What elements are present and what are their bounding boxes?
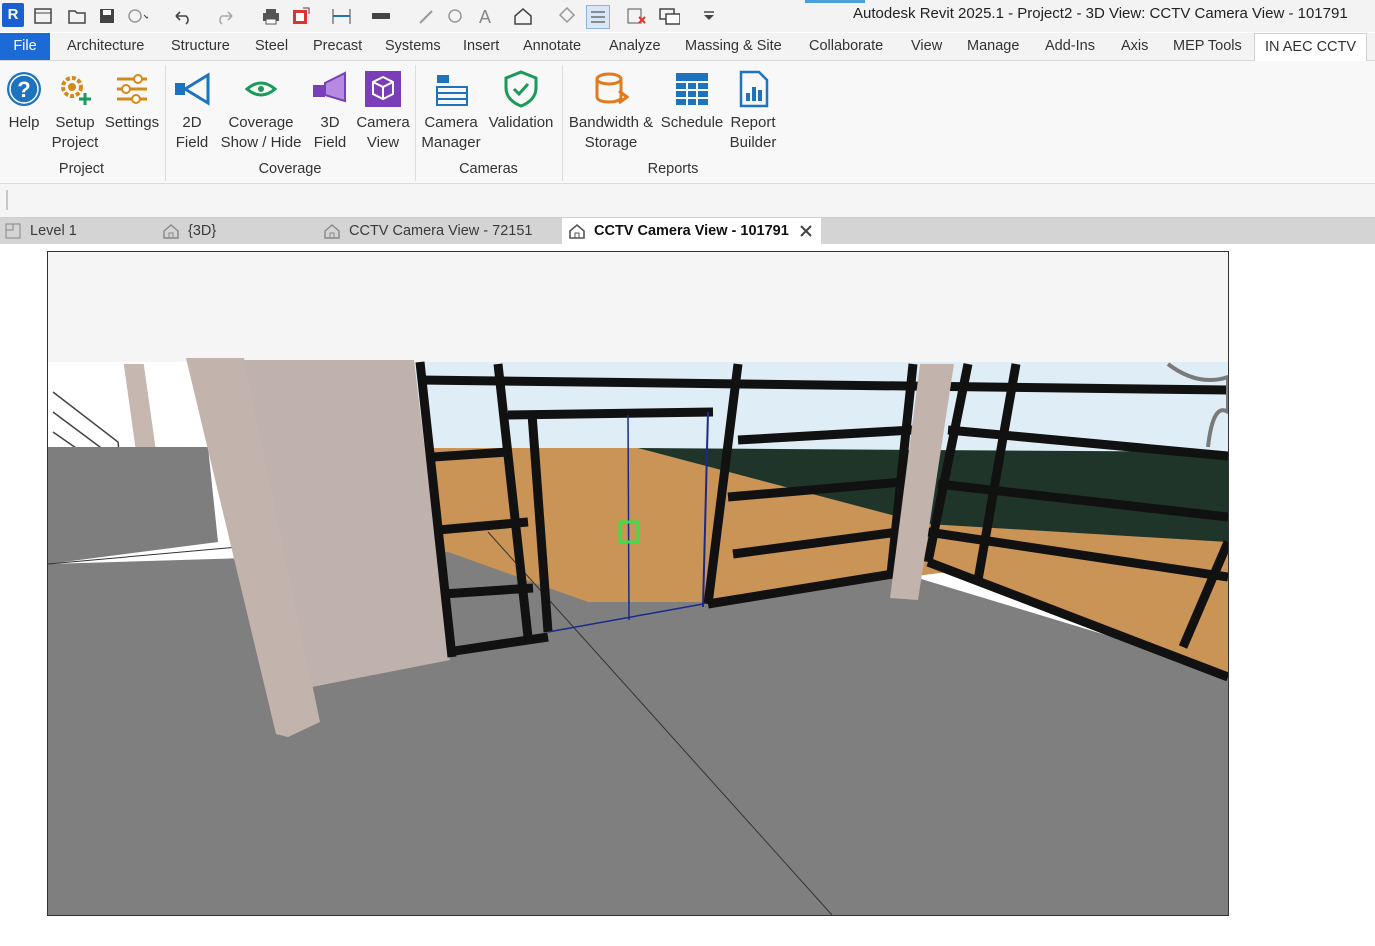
thin-lines-icon[interactable] bbox=[586, 5, 610, 29]
table-icon bbox=[676, 73, 708, 105]
panel-label-project: Project bbox=[58, 161, 105, 177]
section-icon[interactable] bbox=[556, 5, 578, 27]
setup-gear-icon bbox=[61, 76, 91, 105]
home-icon[interactable] bbox=[32, 5, 54, 27]
report-builder-button[interactable]: Report Builder bbox=[727, 69, 779, 153]
view-tab-level-1[interactable]: Level 1 bbox=[4, 218, 77, 244]
tab-mep-tools[interactable]: MEP Tools bbox=[1173, 33, 1242, 60]
bandwidth-storage-button[interactable]: Bandwidth & Storage bbox=[566, 69, 656, 153]
database-icon bbox=[595, 72, 630, 105]
panel-label-cameras: Cameras bbox=[459, 161, 518, 177]
settings-button[interactable]: Settings bbox=[103, 69, 161, 133]
tab-steel[interactable]: Steel bbox=[255, 33, 288, 60]
text-icon[interactable]: A bbox=[474, 5, 496, 27]
close-hidden-icon[interactable] bbox=[626, 5, 648, 27]
camera-view-button[interactable]: Camera View bbox=[355, 69, 411, 153]
3d-field-button[interactable]: 3D Field bbox=[310, 69, 350, 153]
measure-icon[interactable] bbox=[330, 5, 352, 27]
ribbon-panel: ? Help Setup Project Settings Project 2D… bbox=[0, 61, 1375, 184]
3d-viewport[interactable] bbox=[47, 251, 1229, 916]
tab-axis[interactable]: Axis bbox=[1121, 33, 1148, 60]
setup-project-button[interactable]: Setup Project bbox=[50, 69, 100, 153]
undo-icon[interactable] bbox=[172, 5, 194, 27]
tab-analyze[interactable]: Analyze bbox=[609, 33, 661, 60]
save-icon[interactable] bbox=[96, 5, 118, 27]
open-icon[interactable] bbox=[66, 5, 88, 27]
angle-icon[interactable] bbox=[444, 5, 466, 27]
2d-field-button[interactable]: 2D Field bbox=[172, 69, 212, 153]
tab-add-ins[interactable]: Add-Ins bbox=[1045, 33, 1095, 60]
panel-label-coverage: Coverage bbox=[258, 161, 322, 177]
redo-icon[interactable] bbox=[216, 5, 238, 27]
coverage-show-hide-button[interactable]: Coverage Show / Hide bbox=[217, 69, 305, 153]
schedule-button[interactable]: Schedule bbox=[659, 69, 725, 133]
tag-icon[interactable] bbox=[416, 5, 438, 27]
window-title: Autodesk Revit 2025.1 - Project2 - 3D Vi… bbox=[853, 5, 1348, 22]
export-icon[interactable] bbox=[290, 5, 312, 27]
svg-text:A: A bbox=[479, 7, 491, 26]
tab-file[interactable]: File bbox=[0, 33, 50, 60]
options-bar bbox=[0, 184, 1375, 218]
options-bar-grip bbox=[6, 190, 8, 210]
customize-icon[interactable] bbox=[698, 5, 720, 27]
ribbon-tab-bar: File Architecture Structure Steel Precas… bbox=[0, 33, 1375, 62]
sliders-icon bbox=[117, 74, 147, 104]
view-tab-3d[interactable]: {3D} bbox=[162, 218, 216, 244]
help-button[interactable]: ? Help bbox=[4, 69, 44, 133]
eye-icon bbox=[244, 81, 278, 97]
ceiling bbox=[48, 252, 1228, 364]
camera-list-icon bbox=[436, 75, 468, 106]
3d-view-icon bbox=[324, 224, 340, 239]
3d-view-icon bbox=[163, 224, 179, 239]
tab-structure[interactable]: Structure bbox=[171, 33, 230, 60]
3d-field-icon bbox=[313, 71, 346, 103]
panel-label-reports: Reports bbox=[647, 161, 699, 177]
quick-access-toolbar: R A Autodesk Revit 2025.1 - Project2 - 3… bbox=[0, 0, 1375, 32]
tab-manage[interactable]: Manage bbox=[967, 33, 1019, 60]
tab-insert[interactable]: Insert bbox=[463, 33, 499, 60]
close-icon[interactable] bbox=[799, 224, 813, 238]
camera-axis-line bbox=[627, 414, 630, 621]
floor-plan-icon bbox=[5, 223, 21, 239]
validation-button[interactable]: Validation bbox=[485, 69, 557, 133]
3d-cube-icon bbox=[365, 71, 401, 107]
report-chart-icon bbox=[739, 70, 769, 108]
svg-text:?: ? bbox=[17, 77, 30, 102]
revit-logo[interactable]: R bbox=[2, 3, 24, 27]
3d-scene[interactable] bbox=[48, 252, 1228, 915]
2d-field-icon bbox=[175, 72, 210, 106]
print-icon[interactable] bbox=[260, 5, 282, 27]
view-tab-cctv-101791[interactable]: CCTV Camera View - 101791 bbox=[562, 218, 821, 244]
camera-manager-button[interactable]: Camera Manager bbox=[420, 69, 482, 153]
title-accent-bar bbox=[805, 0, 865, 3]
view-tab-bar: Level 1 {3D} CCTV Camera View - 72151 CC… bbox=[0, 218, 1375, 244]
dimension-icon[interactable] bbox=[370, 5, 392, 27]
shield-check-icon bbox=[504, 70, 538, 108]
home-view-icon[interactable] bbox=[512, 5, 534, 27]
tab-annotate[interactable]: Annotate bbox=[523, 33, 581, 60]
3d-view-icon bbox=[569, 223, 585, 239]
tab-systems[interactable]: Systems bbox=[385, 33, 441, 60]
tab-massing-site[interactable]: Massing & Site bbox=[685, 33, 782, 60]
view-tab-cctv-72151[interactable]: CCTV Camera View - 72151 bbox=[323, 218, 532, 244]
help-icon: ? bbox=[7, 72, 41, 106]
tab-view[interactable]: View bbox=[911, 33, 942, 60]
tab-in-aec-cctv[interactable]: IN AEC CCTV bbox=[1254, 33, 1368, 62]
sync-icon[interactable] bbox=[126, 5, 148, 27]
tab-precast[interactable]: Precast bbox=[313, 33, 362, 60]
tab-architecture[interactable]: Architecture bbox=[67, 33, 144, 60]
tab-collaborate[interactable]: Collaborate bbox=[809, 33, 883, 60]
switch-windows-icon[interactable] bbox=[658, 5, 680, 27]
